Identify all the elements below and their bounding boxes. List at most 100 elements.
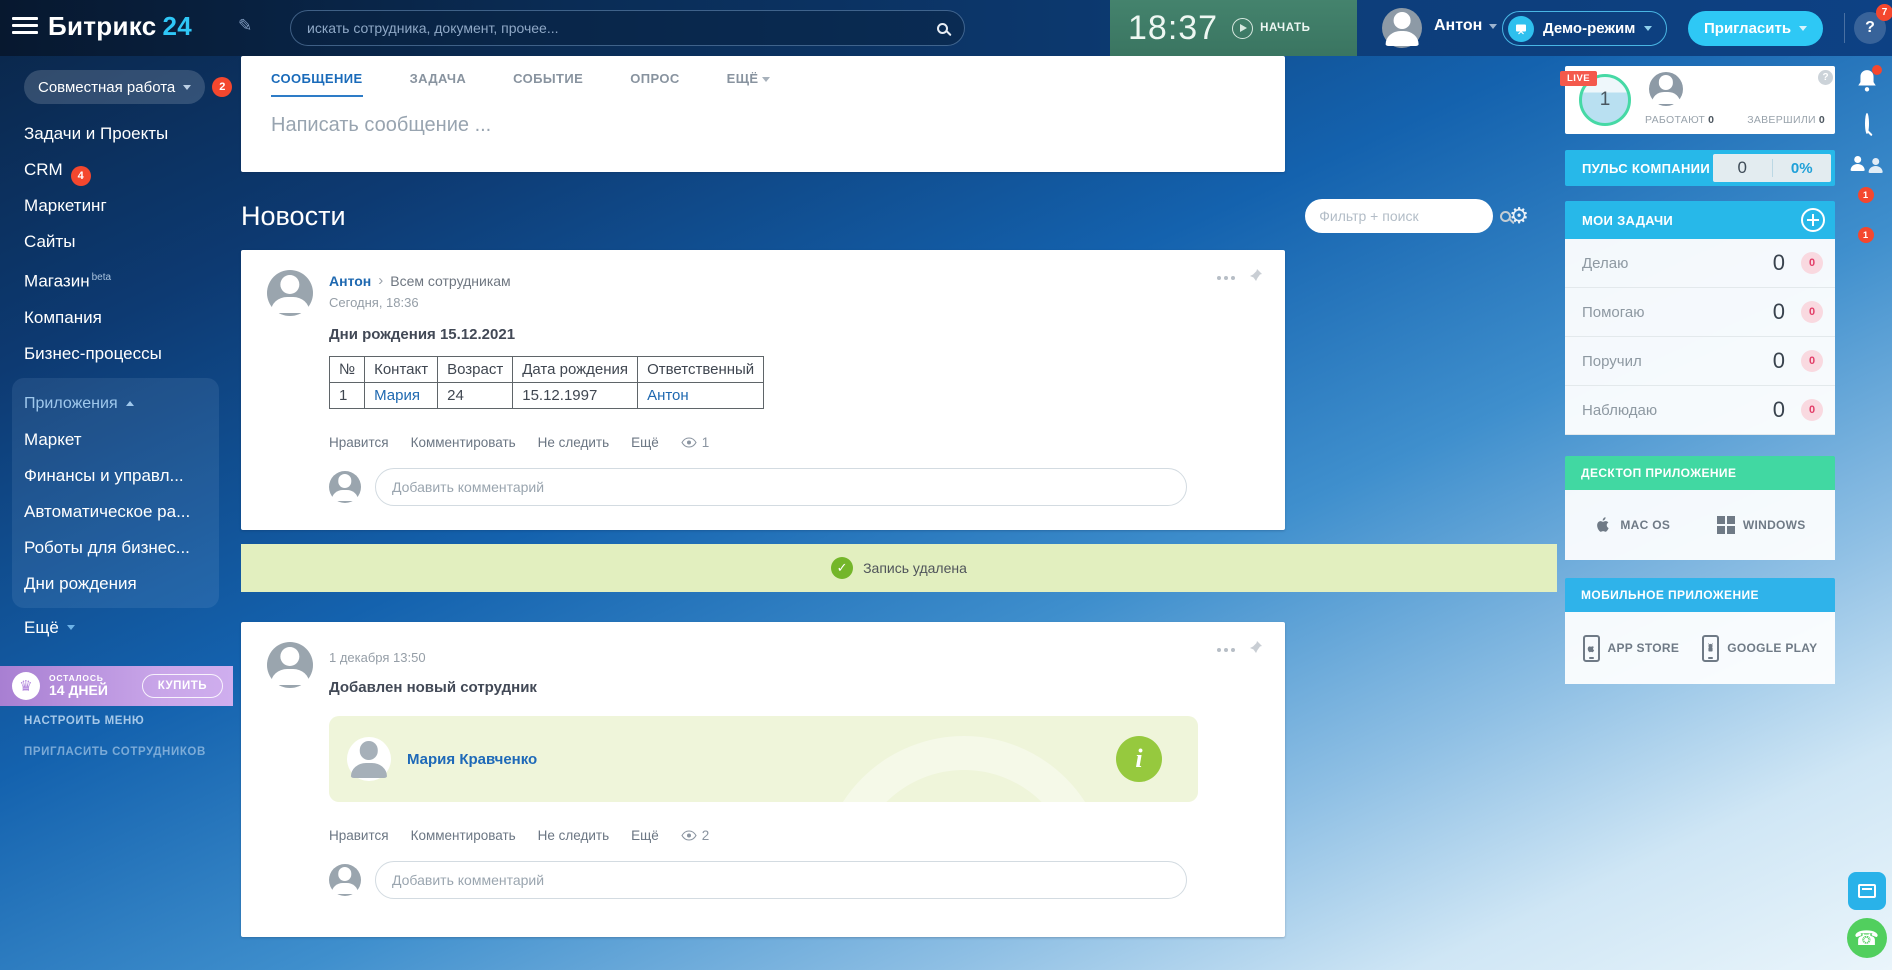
sidebar-item-automation[interactable]: Автоматическое ра...	[24, 494, 219, 530]
sidebar-item-crm[interactable]: CRM 4	[24, 152, 233, 188]
info-icon[interactable]: i	[1116, 736, 1162, 782]
task-row-assigned[interactable]: Поручил 0 0	[1565, 337, 1835, 386]
task-row-helping[interactable]: Помогаю 0 0	[1565, 288, 1835, 337]
post-audience[interactable]: Всем сотрудникам	[390, 273, 510, 289]
configure-menu-link[interactable]: НАСТРОИТЬ МЕНЮ	[24, 715, 233, 727]
rail-phone-button[interactable]	[1846, 918, 1887, 958]
macos-download-button[interactable]: MAC OS	[1594, 515, 1670, 535]
new-employee-card[interactable]: Мария Кравченко i	[329, 716, 1198, 802]
search-icon[interactable]	[937, 22, 948, 34]
user-menu[interactable]: Антон	[1434, 17, 1498, 35]
logo-brand: Битрикс	[48, 11, 157, 41]
company-pulse-widget[interactable]: ПУЛЬС КОМПАНИИ 0 0%	[1565, 150, 1835, 186]
person-icon	[329, 471, 361, 503]
sidebar-item-sites[interactable]: Сайты	[24, 224, 233, 260]
sidebar-item-robots[interactable]: Роботы для бизнес...	[24, 530, 219, 566]
commenter-avatar[interactable]	[329, 864, 361, 896]
message-input-placeholder[interactable]: Написать сообщение ...	[271, 114, 1255, 137]
post-author-avatar[interactable]	[267, 270, 313, 316]
notifications-bell[interactable]	[1856, 65, 1882, 97]
sidebar-item-market[interactable]: Маркет	[24, 422, 219, 458]
sidebar-item-finance[interactable]: Финансы и управл...	[24, 458, 219, 494]
task-badge: 0	[1801, 301, 1823, 323]
task-row-doing[interactable]: Делаю 0 0	[1565, 239, 1835, 288]
comment-action[interactable]: Комментировать	[411, 828, 516, 843]
sidebar-item-bizproc[interactable]: Бизнес-процессы	[24, 336, 233, 372]
more-options-icon[interactable]	[1217, 644, 1235, 656]
comment-input[interactable]	[375, 861, 1187, 899]
rail-widget-button[interactable]	[1847, 872, 1886, 910]
crown-icon	[12, 672, 40, 700]
buy-button[interactable]: КУПИТЬ	[141, 674, 223, 698]
responsible-link[interactable]: Антон	[647, 387, 689, 404]
employee-name-link[interactable]: Мария Кравченко	[407, 751, 537, 768]
googleplay-button[interactable]: GOOGLE PLAY	[1702, 634, 1817, 662]
invite-employees-link[interactable]: ПРИГЛАСИТЬ СОТРУДНИКОВ	[24, 746, 233, 758]
workspace-selector[interactable]: Совместная работа	[24, 70, 206, 104]
tab-message[interactable]: СООБЩЕНИЕ	[271, 71, 363, 97]
unfollow-action[interactable]: Не следить	[538, 828, 609, 843]
main-column: СООБЩЕНИЕ ЗАДАЧА СОБЫТИЕ ОПРОС ЕЩЁ Напис…	[241, 56, 1557, 937]
start-workday-label[interactable]: НАЧАТЬ	[1260, 22, 1310, 34]
sidebar-more[interactable]: Ещё	[24, 608, 233, 648]
sidebar-item-company[interactable]: Компания	[24, 300, 233, 336]
sidebar-item-marketing[interactable]: Маркетинг	[24, 188, 233, 224]
bitrix-logo[interactable]: Битрикс 24	[48, 11, 192, 42]
unfollow-action[interactable]: Не следить	[538, 435, 609, 450]
post-composer: СООБЩЕНИЕ ЗАДАЧА СОБЫТИЕ ОПРОС ЕЩЁ Напис…	[241, 56, 1285, 172]
tab-poll[interactable]: ОПРОС	[630, 71, 679, 95]
more-options-icon[interactable]	[1217, 272, 1235, 284]
edit-pencil-icon[interactable]: ✎	[238, 16, 252, 36]
user-avatar[interactable]	[1382, 8, 1422, 48]
sidebar-group-apps[interactable]: Приложения	[24, 386, 219, 422]
like-action[interactable]: Нравится	[329, 828, 389, 843]
pulse-count: 0	[1737, 158, 1747, 177]
sidebar-item-tasks[interactable]: Задачи и Проекты	[24, 116, 233, 152]
commenter-avatar[interactable]	[329, 471, 361, 503]
workday-clock-widget[interactable]: 18:37 НАЧАТЬ	[1110, 0, 1357, 56]
task-row-watching[interactable]: Наблюдаю 0 0	[1565, 386, 1835, 435]
person-icon	[347, 737, 391, 781]
add-task-icon[interactable]	[1801, 208, 1825, 232]
online-user-avatar[interactable]	[1649, 72, 1683, 106]
pin-icon[interactable]	[1249, 268, 1263, 287]
notification-dot	[1871, 65, 1882, 75]
contact-link[interactable]: Мария	[374, 387, 420, 404]
cell-num: 1	[328, 382, 366, 409]
post-author-link[interactable]: Антон	[329, 273, 371, 289]
windows-download-button[interactable]: WINDOWS	[1716, 516, 1806, 534]
sidebar-item-birthdays[interactable]: Дни рождения	[24, 566, 219, 602]
desktop-app-header: ДЕСКТОП ПРИЛОЖЕНИЕ	[1565, 456, 1835, 490]
sidebar-item-shop[interactable]: Магазин beta	[24, 260, 233, 300]
filter-search-input[interactable]	[1319, 208, 1501, 224]
table-header-row: № Контакт Возраст Дата рождения Ответств…	[328, 356, 765, 383]
more-action[interactable]: Ещё	[631, 435, 659, 450]
rail-search[interactable]	[1864, 113, 1869, 134]
post-author-avatar[interactable]	[267, 642, 313, 688]
chevron-down-icon	[66, 625, 75, 631]
like-action[interactable]: Нравится	[329, 435, 389, 450]
feed-header: Новости	[241, 195, 1557, 237]
comment-action[interactable]: Комментировать	[411, 435, 516, 450]
gear-icon[interactable]	[1509, 204, 1529, 229]
cell-contact: Мария	[364, 382, 439, 409]
tab-event[interactable]: СОБЫТИЕ	[513, 71, 583, 95]
play-icon[interactable]	[1232, 17, 1254, 39]
invite-button[interactable]: Пригласить	[1688, 11, 1824, 46]
tab-task[interactable]: ЗАДАЧА	[410, 71, 467, 95]
demo-mode-button[interactable]: Демо-режим	[1502, 11, 1668, 46]
eye-icon	[681, 437, 697, 448]
appstore-button[interactable]: APP STORE	[1582, 634, 1680, 662]
pin-icon[interactable]	[1249, 640, 1263, 659]
employee-avatar[interactable]	[347, 737, 391, 781]
workspace-label: Совместная работа	[38, 78, 176, 96]
comment-input[interactable]	[375, 468, 1187, 506]
more-action[interactable]: Ещё	[631, 828, 659, 843]
help-icon[interactable]: ?	[1818, 70, 1833, 85]
tab-more[interactable]: ЕЩЁ	[727, 71, 771, 95]
global-search-input[interactable]	[307, 20, 937, 36]
composer-tabs: СООБЩЕНИЕ ЗАДАЧА СОБЫТИЕ ОПРОС ЕЩЁ	[271, 71, 1255, 97]
menu-icon[interactable]	[12, 17, 38, 37]
person-icon	[267, 270, 313, 316]
col-age: Возраст	[437, 356, 514, 383]
